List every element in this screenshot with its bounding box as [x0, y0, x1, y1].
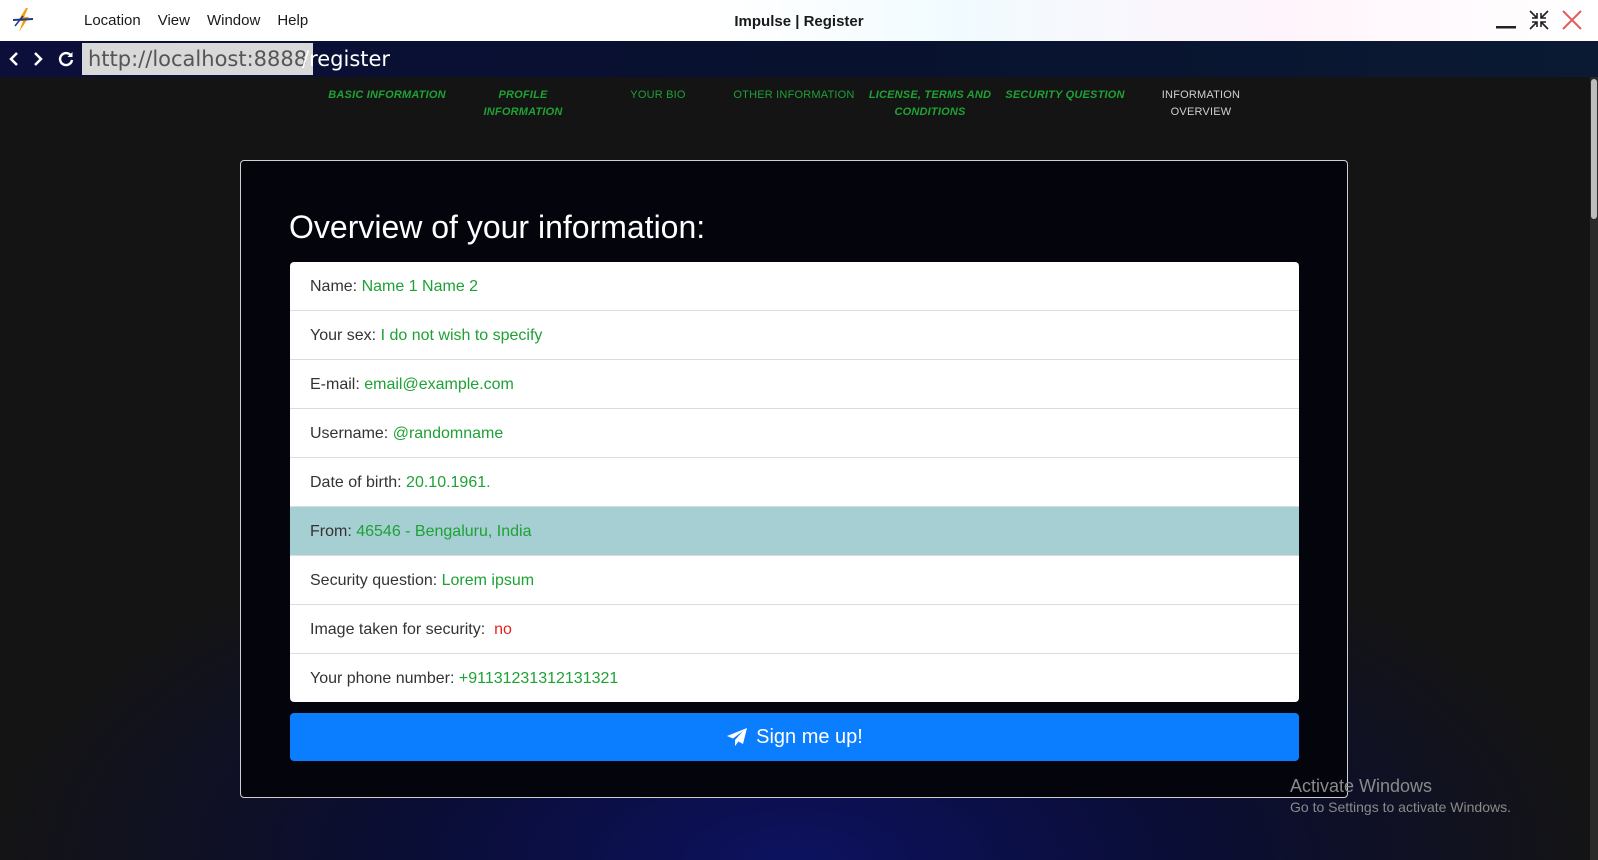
row-value: 20.10.1961. — [406, 474, 491, 491]
activate-windows-watermark: Activate Windows Go to Settings to activ… — [1290, 775, 1511, 817]
title-bar: Location View Window Help Impulse | Regi… — [0, 0, 1598, 41]
url-host[interactable]: http://localhost:8888 — [82, 43, 314, 75]
chevron-left-icon — [9, 52, 18, 66]
row-label: Security question: — [310, 572, 442, 589]
forward-button[interactable] — [26, 41, 50, 77]
menu-location[interactable]: Location — [84, 12, 141, 29]
step-security-question[interactable]: SECURITY QUESTION — [1000, 87, 1130, 104]
back-button[interactable] — [2, 41, 26, 77]
step-other-information[interactable]: OTHER INFORMATION — [729, 87, 859, 104]
watermark-subtitle: Go to Settings to activate Windows. — [1290, 799, 1511, 815]
url-path[interactable]: /register — [302, 43, 390, 75]
row-value: Lorem ipsum — [441, 572, 535, 589]
reload-icon — [58, 51, 74, 67]
close-icon — [1562, 10, 1582, 30]
page-content: BASIC INFORMATION PROFILE INFORMATION YO… — [0, 77, 1590, 860]
close-button[interactable] — [1560, 8, 1584, 32]
address-bar: http://localhost:8888 /register — [0, 41, 1598, 77]
list-item-highlighted: From: 46546 - Bengaluru, India — [290, 507, 1299, 556]
row-label: From: — [310, 523, 357, 540]
paper-plane-icon — [727, 728, 748, 746]
list-item: Name: Name 1 Name 2 — [290, 262, 1299, 311]
row-label: E-mail: — [310, 376, 365, 393]
reload-button[interactable] — [54, 41, 78, 77]
row-label: Image taken for security: — [310, 621, 490, 638]
row-label: Date of birth: — [310, 474, 407, 491]
list-item: E-mail: email@example.com — [290, 360, 1299, 409]
step-information-overview[interactable]: INFORMATION OVERVIEW — [1136, 87, 1266, 121]
minimize-button[interactable] — [1494, 8, 1518, 32]
menu-bar: Location View Window Help — [84, 0, 325, 41]
list-item: Security question: Lorem ipsum — [290, 556, 1299, 605]
overview-card: Overview of your information: Name: Name… — [240, 160, 1348, 798]
list-item: Username: @randomname — [290, 409, 1299, 458]
row-value: 46546 - Bengaluru, India — [356, 523, 532, 540]
restore-button[interactable] — [1527, 8, 1551, 32]
list-item: Your phone number: +91131231312131321 — [290, 654, 1299, 702]
row-value: +91131231312131321 — [458, 670, 619, 687]
scrollbar-thumb[interactable] — [1591, 79, 1597, 219]
app-logo-icon — [12, 8, 34, 32]
row-label: Name: — [310, 278, 362, 295]
sign-up-button[interactable]: Sign me up! — [290, 713, 1299, 761]
list-item: Date of birth: 20.10.1961. — [290, 458, 1299, 507]
menu-help[interactable]: Help — [277, 12, 308, 29]
row-label: Your phone number: — [310, 670, 459, 687]
menu-view[interactable]: View — [158, 12, 190, 29]
list-item: Image taken for security: no — [290, 605, 1299, 654]
list-item: Your sex: I do not wish to specify — [290, 311, 1299, 360]
collapse-arrows-icon — [1529, 10, 1549, 30]
row-value: Name 1 Name 2 — [361, 278, 479, 295]
row-value: @randomname — [392, 425, 504, 442]
sign-up-button-label: Sign me up! — [756, 725, 863, 748]
menu-window[interactable]: Window — [207, 12, 260, 29]
step-profile-information[interactable]: PROFILE INFORMATION — [458, 87, 588, 121]
page-title: Overview of your information: — [289, 209, 706, 245]
window-controls — [1494, 8, 1584, 32]
step-license-terms[interactable]: LICENSE, TERMS AND CONDITIONS — [865, 87, 995, 121]
info-list: Name: Name 1 Name 2 Your sex: I do not w… — [290, 262, 1299, 702]
minimize-icon — [1496, 26, 1516, 29]
row-value: no — [494, 621, 512, 638]
row-value: email@example.com — [364, 376, 514, 393]
chevron-right-icon — [34, 52, 43, 66]
registration-steps: BASIC INFORMATION PROFILE INFORMATION YO… — [0, 87, 1590, 127]
step-basic-information[interactable]: BASIC INFORMATION — [322, 87, 452, 104]
watermark-title: Activate Windows — [1290, 776, 1433, 796]
row-label: Username: — [310, 425, 393, 442]
row-label: Your sex: — [310, 327, 381, 344]
step-your-bio[interactable]: YOUR BIO — [593, 87, 723, 104]
row-value: I do not wish to specify — [380, 327, 543, 344]
vertical-scrollbar[interactable] — [1590, 77, 1598, 860]
